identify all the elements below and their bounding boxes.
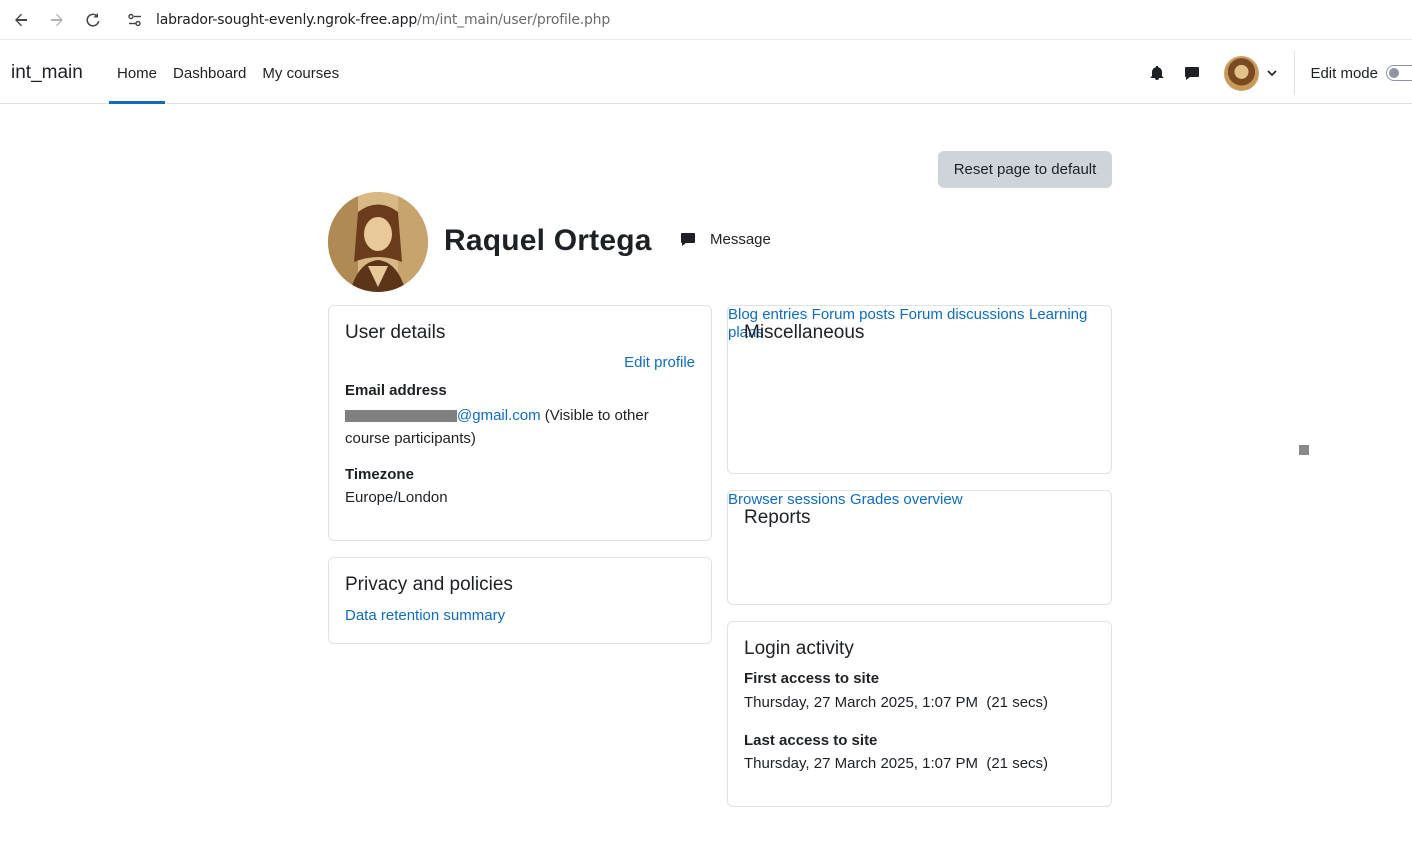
card-title: Miscellaneous — [744, 322, 865, 343]
privacy-card: Privacy and policies Data retention summ… — [328, 557, 712, 644]
chevron-down-icon[interactable] — [1267, 68, 1281, 78]
grades-overview-link[interactable]: Grades overview — [850, 491, 963, 508]
edit-mode-label: Edit mode — [1310, 64, 1378, 82]
card-title: Reports — [744, 507, 811, 528]
data-retention-link[interactable]: Data retention summary — [345, 607, 505, 624]
timezone-value: Europe/London — [345, 489, 448, 506]
forward-arrow-icon[interactable] — [45, 8, 69, 32]
first-access-value: Thursday, 27 March 2025, 1:07 PM (21 sec… — [744, 694, 1049, 711]
nav-my-courses[interactable]: My courses — [254, 43, 347, 103]
card-title: User details — [345, 322, 446, 343]
reload-icon[interactable] — [81, 8, 105, 32]
browser-sessions-link[interactable]: Browser sessions — [728, 491, 846, 508]
card-title: Privacy and policies — [345, 574, 513, 595]
email-value: @gmail.com (Visible to other course part… — [345, 407, 649, 447]
site-brand[interactable]: int_main — [11, 62, 83, 84]
profile-picture — [328, 192, 428, 292]
login-activity-card: Login activity First access to site Thur… — [727, 621, 1112, 807]
site-settings-icon[interactable] — [126, 11, 144, 29]
email-label: Email address — [345, 382, 447, 399]
message-label: Message — [710, 230, 771, 248]
card-title: Login activity — [744, 638, 854, 659]
blog-entries-link[interactable]: Blog entries — [728, 306, 807, 323]
back-arrow-icon[interactable] — [9, 8, 33, 32]
nav-dashboard[interactable]: Dashboard — [165, 43, 254, 103]
chat-icon[interactable] — [1182, 63, 1202, 83]
chat-icon — [680, 230, 698, 248]
bell-icon[interactable] — [1147, 63, 1167, 83]
url-text: labrador-sought-evenly.ngrok-free.app/m/… — [156, 11, 611, 28]
edit-mode-toggle[interactable] — [1386, 65, 1412, 81]
user-nav: Edit mode — [1147, 43, 1412, 103]
reset-page-button[interactable]: Reset page to default — [938, 151, 1112, 188]
first-access-label: First access to site — [744, 670, 880, 687]
miscellaneous-card: Miscellaneous Blog entries Forum posts F… — [727, 305, 1112, 474]
last-access-value: Thursday, 27 March 2025, 1:07 PM (21 sec… — [744, 755, 1049, 772]
nav-home[interactable]: Home — [109, 43, 166, 104]
edit-profile-link[interactable]: Edit profile — [624, 354, 695, 371]
primary-navigation: Home Dashboard My courses — [109, 43, 347, 104]
user-details-card: User details Edit profile Email address … — [328, 305, 712, 541]
timezone-label: Timezone — [345, 466, 414, 483]
message-button[interactable]: Message — [680, 230, 771, 248]
browser-toolbar: labrador-sought-evenly.ngrok-free.app/m/… — [0, 0, 1412, 40]
reports-card: Reports Browser sessions Grades overview — [727, 490, 1112, 605]
navbar-divider — [1294, 51, 1296, 95]
last-access-label: Last access to site — [744, 732, 878, 749]
forum-posts-link[interactable]: Forum posts — [812, 306, 895, 323]
primary-navbar: int_main Home Dashboard My courses Edit … — [0, 43, 1412, 104]
address-bar[interactable]: labrador-sought-evenly.ngrok-free.app/m/… — [118, 4, 1412, 35]
user-fullname: Raquel Ortega — [444, 224, 652, 257]
forum-discussions-link[interactable]: Forum discussions — [899, 306, 1024, 323]
scroll-indicator — [1299, 445, 1309, 455]
avatar[interactable] — [1224, 55, 1260, 91]
redacted-block — [345, 410, 457, 423]
email-link[interactable]: @gmail.com — [457, 407, 541, 424]
